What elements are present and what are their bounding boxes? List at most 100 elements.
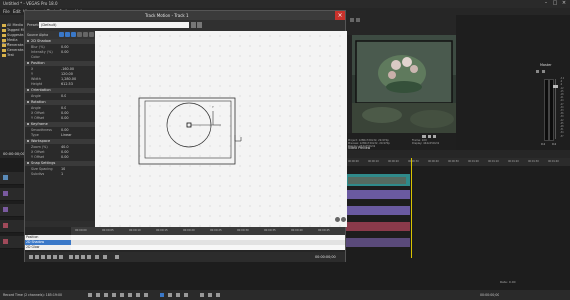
- motion-canvas[interactable]: Y: [95, 31, 347, 227]
- play-from-start-icon[interactable]: [104, 293, 108, 297]
- first-keyframe-icon[interactable]: [81, 255, 85, 259]
- play-icon[interactable]: [112, 293, 116, 297]
- track-header[interactable]: [0, 236, 24, 249]
- frame-step-icon[interactable]: [433, 135, 436, 138]
- minimize-icon[interactable]: –: [542, 1, 550, 6]
- stop-icon[interactable]: [428, 135, 431, 138]
- add-keyframe-icon[interactable]: [69, 255, 73, 259]
- split-tool-icon[interactable]: [184, 293, 188, 297]
- envelope-tool-icon[interactable]: [168, 293, 172, 297]
- param-row[interactable]: Color: [25, 55, 95, 60]
- preset-dropdown[interactable]: (Default): [39, 22, 189, 28]
- close-window-icon[interactable]: ×: [560, 1, 568, 6]
- param-section-header[interactable]: Snap Settings: [25, 161, 95, 166]
- audio-clip[interactable]: [346, 222, 410, 231]
- properties-icon[interactable]: [350, 18, 354, 22]
- scale-icon[interactable]: [89, 32, 94, 37]
- param-row[interactable]: Height 612.53: [25, 82, 95, 87]
- zoom-icon[interactable]: [71, 32, 76, 37]
- param-value[interactable]: 0.00: [61, 116, 69, 121]
- param-row[interactable]: Y Offset 0.00: [25, 116, 95, 121]
- lock-envelopes-icon[interactable]: [216, 293, 220, 297]
- zoom-in-icon[interactable]: [341, 217, 346, 222]
- track-header[interactable]: [0, 204, 24, 217]
- folder-icon: [2, 53, 6, 57]
- ruler-tick-label: 00:00:40: [291, 229, 303, 232]
- edit-mode-icon[interactable]: [59, 32, 64, 37]
- record-icon[interactable]: [88, 293, 92, 297]
- prev-frame-icon[interactable]: [136, 293, 140, 297]
- stop-icon[interactable]: [128, 293, 132, 297]
- rotate-icon[interactable]: [65, 32, 70, 37]
- param-row[interactable]: Angle 0.0: [25, 94, 95, 99]
- param-section-header[interactable]: Position: [25, 61, 95, 66]
- param-value[interactable]: 612.53: [61, 82, 73, 87]
- cursor-line[interactable]: [411, 158, 412, 258]
- param-value[interactable]: 0.00: [61, 155, 69, 160]
- source-alpha-dropdown[interactable]: Source Alpha: [27, 33, 48, 37]
- selection-tool-icon[interactable]: [176, 293, 180, 297]
- param-row[interactable]: Type Linear: [25, 133, 95, 138]
- last-keyframe-icon[interactable]: [87, 255, 91, 259]
- normal-edit-tool-icon[interactable]: [160, 293, 164, 297]
- settings-icon[interactable]: [542, 70, 545, 73]
- fx-icon[interactable]: [536, 70, 539, 73]
- sync-cursor-icon[interactable]: [95, 255, 99, 259]
- param-value[interactable]: 0.0: [61, 94, 66, 99]
- param-section-header[interactable]: Keyframe: [25, 122, 95, 127]
- track-header[interactable]: [0, 220, 24, 233]
- prev-keyframe-icon[interactable]: [35, 255, 39, 259]
- play-icon[interactable]: [422, 135, 426, 138]
- audio-clip[interactable]: [346, 238, 410, 247]
- track-header[interactable]: [0, 188, 24, 201]
- timeline-ruler-label: 00:01:40: [548, 160, 559, 163]
- param-value[interactable]: 1: [61, 172, 63, 177]
- track-header[interactable]: [0, 172, 24, 185]
- audio-track-icon: [3, 223, 8, 228]
- keyframe-ruler[interactable]: 00:00:00 00:00:05 00:00:10 00:00:15 00:00:20…: [71, 227, 345, 235]
- audio-clip[interactable]: [346, 206, 410, 215]
- keyframe-options-icon[interactable]: [103, 255, 107, 259]
- lock-aspect-icon[interactable]: [83, 32, 88, 37]
- snap-toggle-icon[interactable]: [200, 293, 204, 297]
- tree-item[interactable]: Test: [2, 53, 14, 58]
- param-row[interactable]: Subdivs 1: [25, 172, 95, 177]
- param-row[interactable]: Y Offset 0.00: [25, 155, 95, 160]
- auto-ripple-icon[interactable]: [208, 293, 212, 297]
- delete-preset-icon[interactable]: [197, 22, 202, 28]
- audio-track-icon: [3, 207, 8, 212]
- video-clip[interactable]: [346, 174, 410, 186]
- timeline-ruler[interactable]: 00:00:00 00:00:10 00:00:20 00:00:30 00:00:40…: [346, 158, 570, 166]
- param-section-header[interactable]: 2D Shadow: [25, 39, 95, 44]
- stop-icon[interactable]: [47, 255, 51, 259]
- dialog-close-button[interactable]: ×: [335, 11, 345, 20]
- split-screen-icon[interactable]: [356, 18, 360, 22]
- param-section-header[interactable]: Orientation: [25, 88, 95, 93]
- dialog-titlebar[interactable]: Track Motion - Track 1: [25, 11, 345, 20]
- menu-file[interactable]: File: [3, 9, 10, 14]
- pause-icon[interactable]: [120, 293, 124, 297]
- param-value[interactable]: Linear: [61, 133, 72, 138]
- timeline-ruler-label: 00:00:10: [368, 160, 379, 163]
- param-section-header[interactable]: Workspace: [25, 139, 95, 144]
- keyframe-track[interactable]: [71, 235, 345, 250]
- maximize-icon[interactable]: □: [551, 1, 559, 6]
- param-section-header[interactable]: Rotation: [25, 100, 95, 105]
- folder-icon: [2, 33, 6, 37]
- zoom-out-icon[interactable]: [335, 217, 340, 222]
- menu-edit[interactable]: Edit: [13, 9, 21, 14]
- loop-icon[interactable]: [96, 293, 100, 297]
- audio-clip[interactable]: [346, 190, 410, 199]
- kf-track-2d-glow[interactable]: 2D Glow: [26, 245, 39, 250]
- delete-keyframe-icon[interactable]: [75, 255, 79, 259]
- param-label: Y Offset: [31, 155, 45, 159]
- next-frame-icon[interactable]: [144, 293, 148, 297]
- go-to-start-icon[interactable]: [29, 255, 33, 259]
- go-to-end-icon[interactable]: [59, 255, 63, 259]
- play-icon[interactable]: [41, 255, 45, 259]
- snap-icon[interactable]: [77, 32, 82, 37]
- next-keyframe-icon[interactable]: [53, 255, 57, 259]
- master-fader[interactable]: [553, 85, 558, 88]
- save-preset-icon[interactable]: [191, 22, 196, 28]
- zoom-timeline-icon[interactable]: [115, 255, 119, 259]
